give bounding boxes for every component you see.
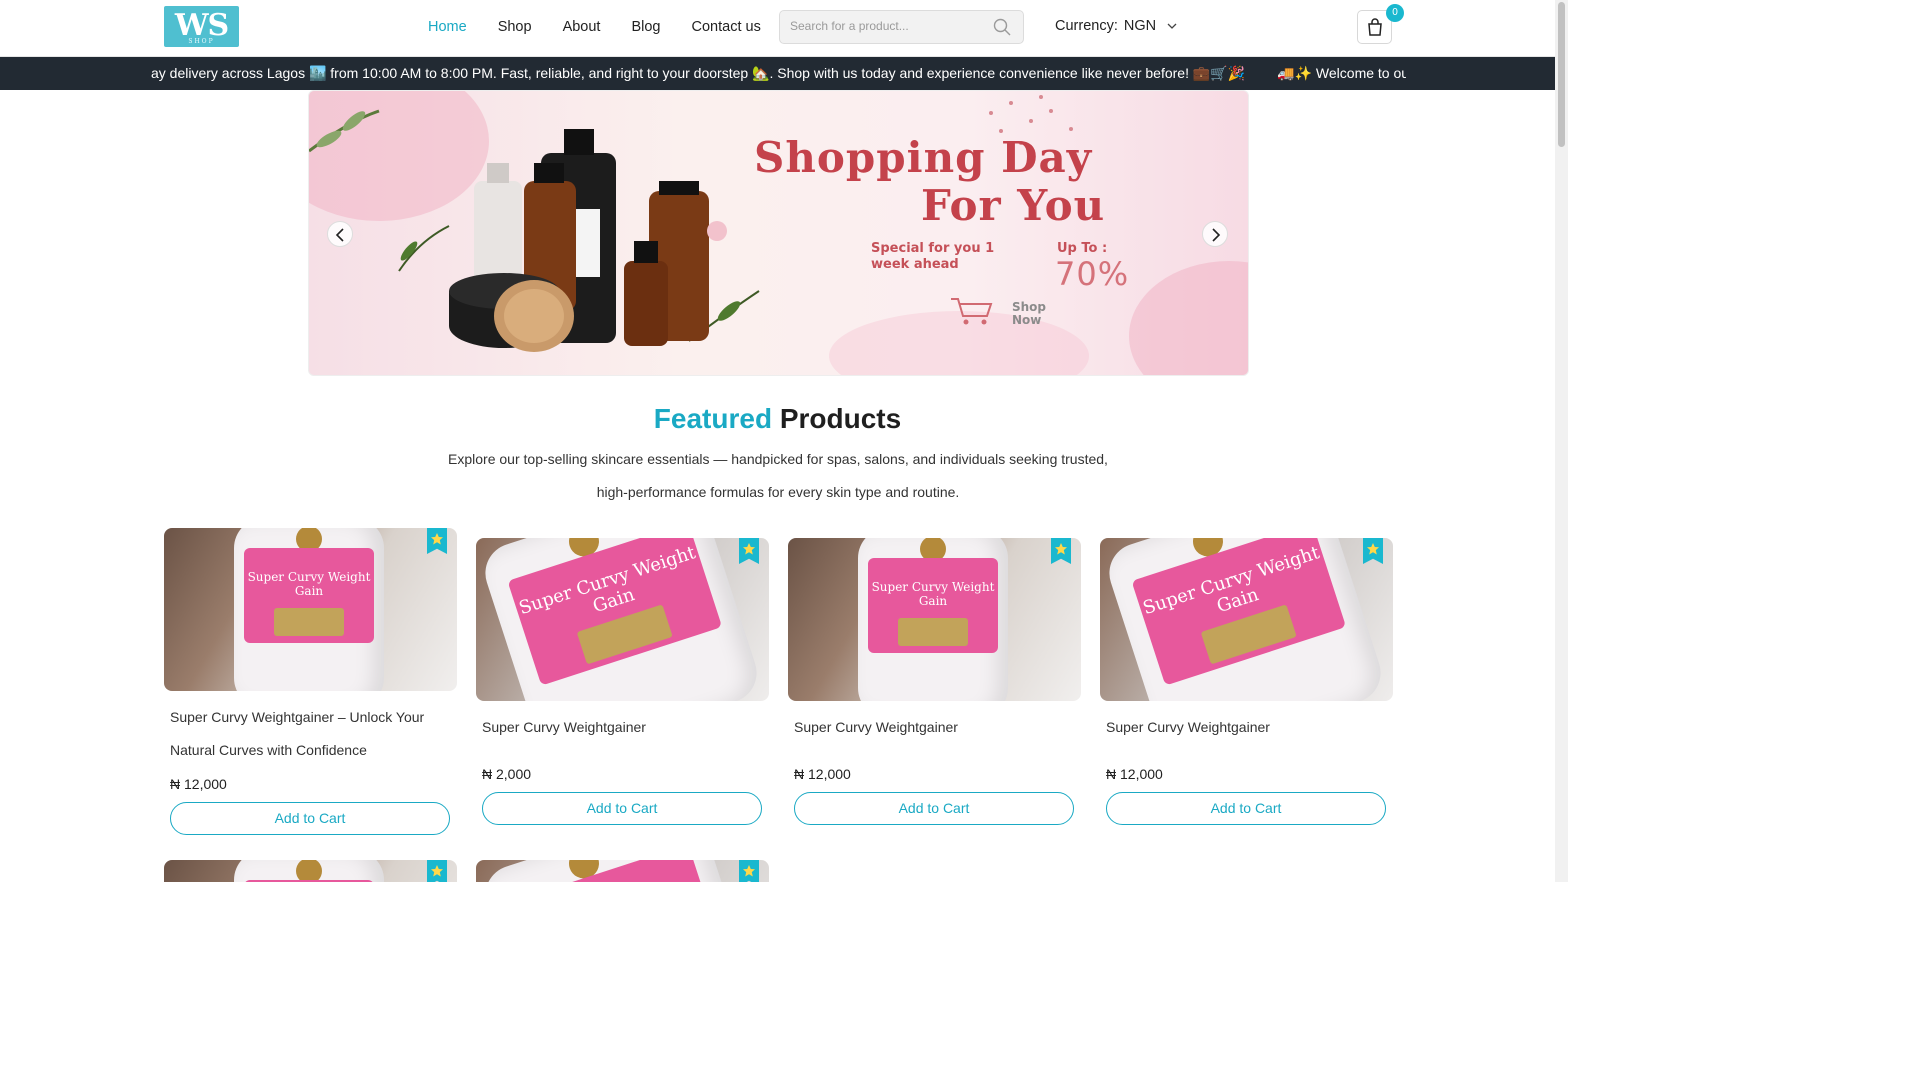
nav-blog[interactable]: Blog: [631, 18, 660, 36]
hero-discount: 70%: [1055, 255, 1130, 293]
product-price: ₦ 2,000: [482, 766, 532, 782]
product-price: ₦ 12,000: [170, 776, 227, 792]
add-to-cart-button[interactable]: Add to Cart: [482, 792, 762, 825]
product-price: ₦ 12,000: [794, 766, 851, 782]
product-card[interactable]: [164, 860, 457, 882]
star-icon: [1367, 543, 1379, 555]
star-icon: [743, 865, 755, 877]
product-card[interactable]: Super Curvy Weight Gain Super Curvy Weig…: [1100, 538, 1393, 825]
featured-heading: Featured Products: [0, 403, 1555, 435]
product-name[interactable]: Super Curvy Weightgainer – Unlock Your N…: [170, 701, 451, 767]
product-price: ₦ 12,000: [1106, 766, 1163, 782]
hero-special-text: Special for you 1 week ahead: [871, 241, 995, 272]
product-card[interactable]: Super Curvy Weight Gain Super Curvy Weig…: [476, 538, 769, 825]
currency-value: NGN: [1123, 18, 1157, 34]
hero-shop-now[interactable]: Shop Now: [1012, 301, 1072, 327]
nav-contact[interactable]: Contact us: [692, 18, 761, 36]
announcement-message-1: ay delivery across Lagos 🏙️ from 10:00 A…: [151, 65, 1246, 81]
product-card[interactable]: Super Curvy Weight Gain Super Curvy Weig…: [788, 538, 1081, 825]
announcement-message-2: 🚚✨ Welcome to our store! Enjoy sa: [1277, 65, 1406, 81]
hero-products-illustration: [309, 109, 760, 352]
add-to-cart-button[interactable]: Add to Cart: [794, 792, 1074, 825]
featured-description: Explore our top-selling skincare essenti…: [448, 451, 1108, 500]
featured-badge: [427, 860, 447, 882]
logo-subtext: SHOP: [188, 38, 215, 45]
announcement-text: ay delivery across Lagos 🏙️ from 10:00 A…: [151, 65, 1406, 82]
hero-title-line2: For You: [921, 181, 1106, 230]
star-icon: [1055, 543, 1067, 555]
product-image[interactable]: Super Curvy Weight Gain: [164, 528, 457, 691]
hero-upto-label: Up To :: [1057, 241, 1108, 256]
search-icon[interactable]: [993, 18, 1013, 38]
announcement-track: ay delivery across Lagos 🏙️ from 10:00 A…: [151, 57, 1406, 90]
hero-title-line1: Shopping Day: [754, 133, 1093, 182]
nav-about[interactable]: About: [563, 18, 601, 36]
featured-badge: [739, 860, 759, 882]
add-to-cart-button[interactable]: Add to Cart: [170, 802, 450, 835]
scrollbar-thumb[interactable]: [1558, 2, 1565, 147]
cart-icon: [951, 298, 993, 325]
hero-slider: Shopping Day For You Special for you 1 w…: [308, 90, 1249, 376]
product-name[interactable]: Super Curvy Weightgainer: [482, 711, 763, 744]
hero-decor: [1129, 261, 1248, 375]
add-to-cart-button[interactable]: Add to Cart: [1106, 792, 1386, 825]
site-logo[interactable]: WS SHOP: [164, 6, 239, 47]
star-icon: [743, 543, 755, 555]
main-nav: Home Shop About Blog Contact us: [428, 18, 792, 36]
product-image[interactable]: Super Curvy Weight Gain: [1100, 538, 1393, 701]
product-image[interactable]: [476, 860, 769, 882]
product-card[interactable]: Super Curvy Weight Gain Super Curvy Weig…: [164, 528, 457, 835]
product-image-label: Super Curvy Weight Gain: [247, 570, 371, 598]
product-image[interactable]: Super Curvy Weight Gain: [476, 538, 769, 701]
search-box: [779, 10, 1024, 44]
featured-heading-rest: Products: [779, 403, 902, 434]
chevron-left-icon: [335, 228, 344, 242]
product-card[interactable]: [476, 860, 769, 882]
currency-label: Currency:: [1055, 18, 1118, 34]
slider-next-button[interactable]: [1202, 221, 1228, 247]
site-header: WS SHOP Home Shop About Blog Contact us …: [0, 0, 1555, 57]
star-icon: [431, 865, 443, 877]
slider-prev-button[interactable]: [327, 221, 353, 247]
announcement-bar: ay delivery across Lagos 🏙️ from 10:00 A…: [0, 57, 1555, 90]
product-name[interactable]: Super Curvy Weightgainer: [794, 711, 1075, 744]
chevron-right-icon: [1212, 228, 1221, 242]
nav-shop[interactable]: Shop: [498, 18, 532, 36]
currency-selector[interactable]: Currency: NGN: [1055, 18, 1178, 34]
chevron-down-icon: [1166, 20, 1178, 32]
featured-heading-highlight: Featured: [653, 403, 773, 434]
product-image[interactable]: [164, 860, 457, 882]
product-image[interactable]: Super Curvy Weight Gain: [788, 538, 1081, 701]
cart-count-badge: 0: [1386, 4, 1404, 22]
search-input[interactable]: [790, 19, 980, 33]
product-image-label: Super Curvy Weight Gain: [871, 580, 995, 608]
star-icon: [431, 533, 443, 545]
shopping-bag-icon: [1368, 18, 1382, 36]
nav-home[interactable]: Home: [428, 18, 467, 36]
product-name[interactable]: Super Curvy Weightgainer: [1106, 711, 1387, 744]
page-scrollbar[interactable]: [1555, 0, 1568, 882]
